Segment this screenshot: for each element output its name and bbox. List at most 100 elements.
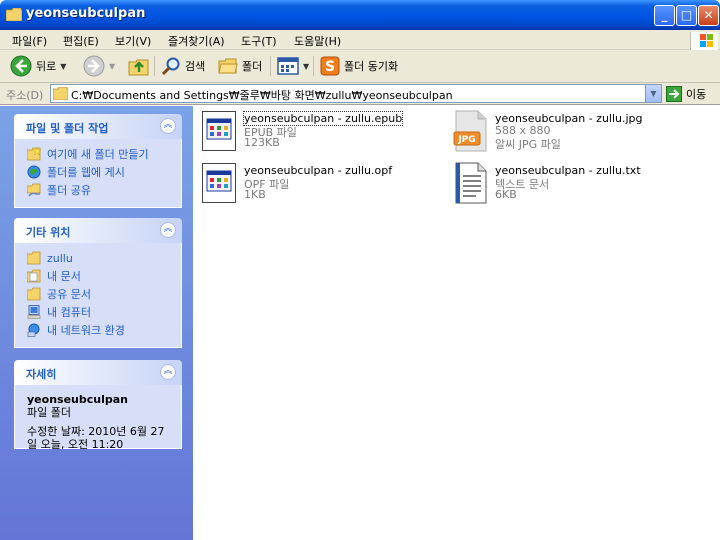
file-type: 알씨 JPG 파일 xyxy=(495,138,561,151)
file-item-txt[interactable]: yeonseubculpan - zullu.txt 텍스트 문서 6KB xyxy=(444,158,684,206)
chevron-down-icon[interactable]: ▼ xyxy=(303,62,309,71)
place-my-computer[interactable]: 내 컴퓨터 xyxy=(27,303,171,321)
details-folder-name: yeonseubculpan xyxy=(27,393,128,406)
toolbar-separator xyxy=(154,56,155,76)
place-network[interactable]: 내 네트워크 환경 xyxy=(27,321,171,339)
folder-sync-button[interactable]: S 폴더 동기화 xyxy=(320,54,398,78)
details-modified: 수정한 날짜: 2010년 6월 27 xyxy=(27,425,165,438)
file-folder-tasks-panel: 파일 및 폴더 작업 ︽ 여기에 새 폴더 만들기 폴더를 웹에 게시 폴더 공… xyxy=(14,114,182,208)
collapse-icon[interactable]: ︽ xyxy=(160,364,176,380)
place-zullu[interactable]: zullu xyxy=(27,249,171,267)
place-my-documents[interactable]: 내 문서 xyxy=(27,267,171,285)
title-bar[interactable]: yeonseubculpan _ □ ✕ xyxy=(0,0,720,30)
address-bar: 주소(D) C:₩Documents and Settings₩줄루₩바탕 화면… xyxy=(0,83,720,105)
folder-icon xyxy=(27,251,41,265)
file-item-epub[interactable]: yeonseubculpan - zullu.epub EPUB 파일 123K… xyxy=(193,106,433,154)
link-label: 폴더를 웹에 게시 xyxy=(47,166,125,179)
file-size: 123KB xyxy=(244,136,280,149)
panel-header[interactable]: 기타 위치 ︽ xyxy=(14,218,182,243)
link-label: 여기에 새 폴더 만들기 xyxy=(47,148,149,161)
menu-favorites[interactable]: 즐겨찾기(A) xyxy=(168,33,225,49)
publish-web-icon xyxy=(27,165,41,179)
go-arrow-icon xyxy=(666,86,682,102)
link-label: zullu xyxy=(47,251,73,265)
menu-view[interactable]: 보기(V) xyxy=(115,33,151,49)
link-label: 내 문서 xyxy=(47,270,81,283)
panel-title: 파일 및 폴더 작업 xyxy=(26,122,109,135)
menu-edit[interactable]: 편집(E) xyxy=(63,33,99,49)
link-label: 내 컴퓨터 xyxy=(47,306,91,319)
go-label: 이동 xyxy=(686,88,707,101)
panel-title: 자세히 xyxy=(26,368,57,381)
share-folder-icon xyxy=(27,183,41,197)
file-item-opf[interactable]: yeonseubculpan - zullu.opf OPF 파일 1KB xyxy=(193,158,433,206)
folder-icon xyxy=(6,8,22,21)
back-label: 뒤로 xyxy=(36,60,57,73)
folders-button[interactable]: 폴더 xyxy=(218,54,262,78)
menu-file[interactable]: 파일(F) xyxy=(12,33,47,49)
shared-documents-icon xyxy=(27,287,41,301)
up-folder-icon xyxy=(128,59,149,76)
forward-arrow-icon xyxy=(83,55,105,77)
maximize-button[interactable]: □ xyxy=(676,5,697,26)
toolbar: 뒤로 ▼ ▼ 검색 폴더 ▼ S 폴더 동기화 xyxy=(0,50,720,83)
folders-label: 폴더 xyxy=(242,60,263,73)
file-item-jpg[interactable]: JPG yeonseubculpan - zullu.jpg 588 x 880… xyxy=(444,106,684,154)
details-modified-cont: 일 오늘, 오전 11:20 xyxy=(27,438,124,451)
toolbar-separator xyxy=(270,56,271,76)
views-button[interactable]: ▼ xyxy=(277,54,309,78)
my-computer-icon xyxy=(27,305,41,319)
svg-text:S: S xyxy=(325,59,335,75)
minimize-button[interactable]: _ xyxy=(654,5,675,26)
file-size: 1KB xyxy=(244,188,266,201)
collapse-icon[interactable]: ︽ xyxy=(160,222,176,238)
network-icon xyxy=(27,323,40,337)
collapse-icon[interactable]: ︽ xyxy=(160,118,176,134)
chevron-down-icon[interactable]: ▼ xyxy=(645,85,661,102)
menu-help[interactable]: 도움말(H) xyxy=(294,33,341,49)
window-title: yeonseubculpan xyxy=(26,6,146,21)
menu-tools[interactable]: 도구(T) xyxy=(241,33,277,49)
file-size: 6KB xyxy=(495,188,517,201)
forward-button[interactable]: ▼ xyxy=(83,54,115,78)
up-folder-button[interactable] xyxy=(128,54,150,78)
windows-logo-icon xyxy=(690,32,718,50)
jpg-file-icon: JPG xyxy=(453,110,487,152)
my-documents-icon xyxy=(27,269,41,283)
details-panel: 자세히 ︽ yeonseubculpan 파일 폴더 수정한 날짜: 2010년… xyxy=(14,360,182,451)
other-places-panel: 기타 위치 ︽ zullu 내 문서 공유 문서 내 컴퓨터 내 네트워크 환경 xyxy=(14,218,182,348)
address-path: C:₩Documents and Settings₩줄루₩바탕 화면₩zullu… xyxy=(71,89,453,102)
back-button[interactable]: 뒤로 ▼ xyxy=(10,54,66,78)
task-publish-web[interactable]: 폴더를 웹에 게시 xyxy=(27,163,171,181)
menu-bar: 파일(F) 편집(E) 보기(V) 즐겨찾기(A) 도구(T) 도움말(H) xyxy=(0,30,720,50)
link-label: 폴더 공유 xyxy=(47,184,91,197)
epub-file-icon xyxy=(202,111,236,151)
place-shared-documents[interactable]: 공유 문서 xyxy=(27,285,171,303)
new-folder-icon xyxy=(27,147,41,161)
chevron-down-icon[interactable]: ▼ xyxy=(109,62,115,71)
search-button[interactable]: 검색 xyxy=(161,54,205,78)
panel-header[interactable]: 파일 및 폴더 작업 ︽ xyxy=(14,114,182,139)
folders-icon xyxy=(218,58,238,74)
details-type: 파일 폴더 xyxy=(27,406,71,419)
address-input[interactable]: C:₩Documents and Settings₩줄루₩바탕 화면₩zullu… xyxy=(50,84,662,103)
go-button[interactable]: 이동 xyxy=(666,85,706,103)
views-icon xyxy=(277,57,299,75)
file-list-view[interactable]: yeonseubculpan - zullu.epub EPUB 파일 123K… xyxy=(193,106,720,540)
panel-header[interactable]: 자세히 ︽ xyxy=(14,360,182,385)
panel-title: 기타 위치 xyxy=(26,226,71,239)
task-share-folder[interactable]: 폴더 공유 xyxy=(27,181,171,199)
link-label: 내 네트워크 환경 xyxy=(47,324,125,337)
task-new-folder[interactable]: 여기에 새 폴더 만들기 xyxy=(27,145,171,163)
folder-icon xyxy=(53,87,68,100)
sync-icon: S xyxy=(320,56,340,76)
chevron-down-icon[interactable]: ▼ xyxy=(60,62,66,71)
task-pane: 파일 및 폴더 작업 ︽ 여기에 새 폴더 만들기 폴더를 웹에 게시 폴더 공… xyxy=(0,106,193,540)
text-file-icon xyxy=(455,162,487,204)
toolbar-separator xyxy=(313,56,314,76)
search-icon xyxy=(161,57,180,76)
folder-sync-label: 폴더 동기화 xyxy=(344,60,399,73)
close-button[interactable]: ✕ xyxy=(698,5,719,26)
address-label: 주소(D) xyxy=(6,89,44,102)
search-label: 검색 xyxy=(185,60,206,73)
